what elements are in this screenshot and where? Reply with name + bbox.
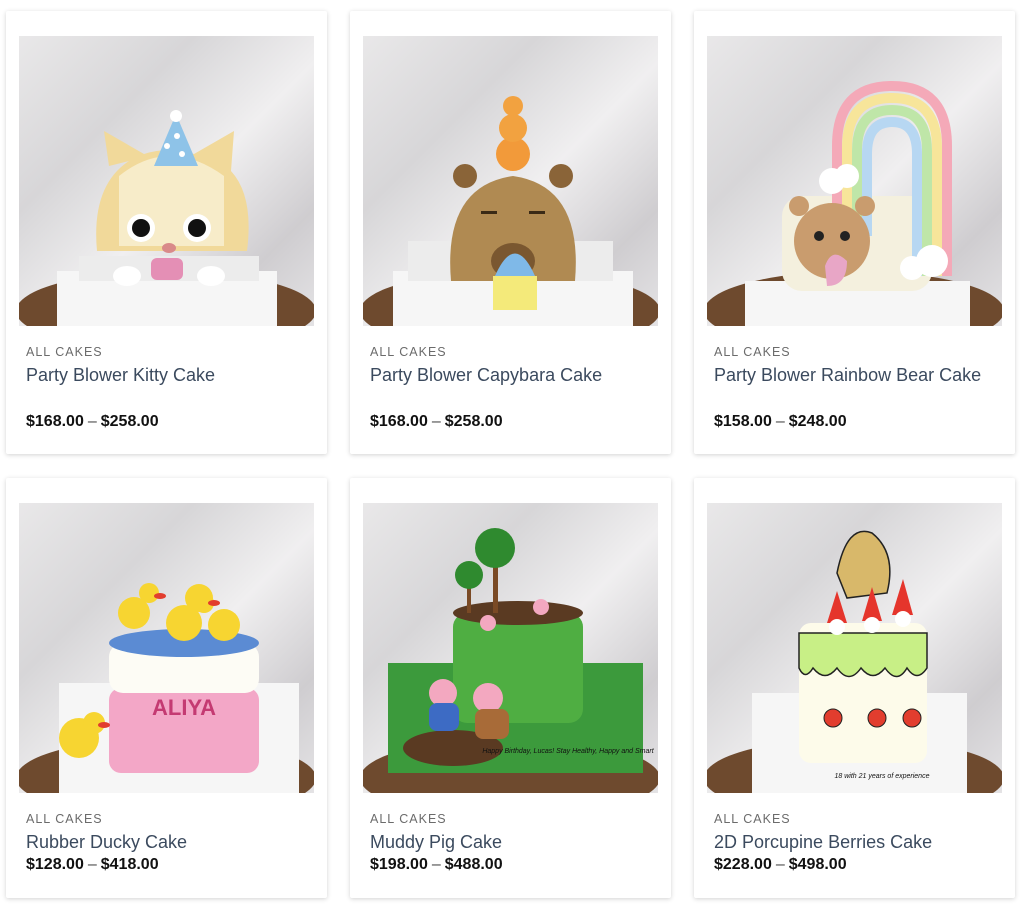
product-title[interactable]: 2D Porcupine Berries Cake [714, 831, 999, 854]
product-card[interactable]: Happy Birthday, Lucas! Stay Healthy, Hap… [350, 478, 671, 898]
product-category[interactable]: ALL CAKES [370, 345, 447, 359]
cake-board-text: 18 with 21 years of experience [835, 773, 930, 780]
price-min: $168.00 [370, 413, 428, 430]
product-category[interactable]: ALL CAKES [26, 345, 103, 359]
product-image[interactable] [363, 36, 658, 326]
price-separator: – [431, 856, 441, 873]
product-image[interactable]: Happy Birthday, Lucas! Stay Healthy, Hap… [363, 503, 658, 793]
product-price: $168.00– $258.00 [370, 413, 503, 431]
product-title[interactable]: Muddy Pig Cake [370, 831, 655, 854]
price-max: $258.00 [444, 413, 503, 430]
product-card[interactable]: ALL CAKES Party Blower Kitty Cake $168.0… [6, 11, 327, 454]
price-separator: – [87, 413, 97, 430]
product-price: $128.00– $418.00 [26, 856, 159, 874]
product-title[interactable]: Party Blower Kitty Cake [26, 364, 311, 387]
price-max: $418.00 [100, 856, 159, 873]
price-min: $168.00 [26, 413, 84, 430]
product-image[interactable] [19, 36, 314, 326]
product-grid: ALL CAKES Party Blower Kitty Cake $168.0… [0, 0, 1024, 907]
product-card[interactable]: ALL CAKES Party Blower Rainbow Bear Cake… [694, 11, 1015, 454]
product-title[interactable]: Party Blower Rainbow Bear Cake [714, 364, 999, 387]
price-min: $198.00 [370, 856, 428, 873]
price-min: $128.00 [26, 856, 84, 873]
price-separator: – [775, 413, 785, 430]
product-image[interactable]: 18 with 21 years of experience [707, 503, 1002, 793]
product-category[interactable]: ALL CAKES [714, 345, 791, 359]
product-card[interactable]: 18 with 21 years of experience ALL CAKES… [694, 478, 1015, 898]
price-max: $488.00 [444, 856, 503, 873]
product-title[interactable]: Rubber Ducky Cake [26, 831, 311, 854]
product-price: $198.00– $488.00 [370, 856, 503, 874]
price-min: $158.00 [714, 413, 772, 430]
product-price: $158.00– $248.00 [714, 413, 847, 431]
price-max: $248.00 [788, 413, 847, 430]
cake-message-text: Happy Birthday, Lucas! Stay Healthy, Hap… [482, 748, 654, 755]
product-image[interactable] [707, 36, 1002, 326]
product-price: $168.00– $258.00 [26, 413, 159, 431]
product-card[interactable]: ALL CAKES Party Blower Capybara Cake $16… [350, 11, 671, 454]
price-min: $228.00 [714, 856, 772, 873]
product-category[interactable]: ALL CAKES [714, 812, 791, 826]
product-card[interactable]: ALIYA ALL CAKES Rubber Ducky Cake $128.0… [6, 478, 327, 898]
price-separator: – [431, 413, 441, 430]
product-price: $228.00– $498.00 [714, 856, 847, 874]
price-max: $258.00 [100, 413, 159, 430]
cake-name-text: ALIYA [152, 695, 216, 720]
product-title[interactable]: Party Blower Capybara Cake [370, 364, 655, 387]
price-separator: – [775, 856, 785, 873]
price-max: $498.00 [788, 856, 847, 873]
product-category[interactable]: ALL CAKES [370, 812, 447, 826]
product-category[interactable]: ALL CAKES [26, 812, 103, 826]
price-separator: – [87, 856, 97, 873]
product-image[interactable]: ALIYA [19, 503, 314, 793]
